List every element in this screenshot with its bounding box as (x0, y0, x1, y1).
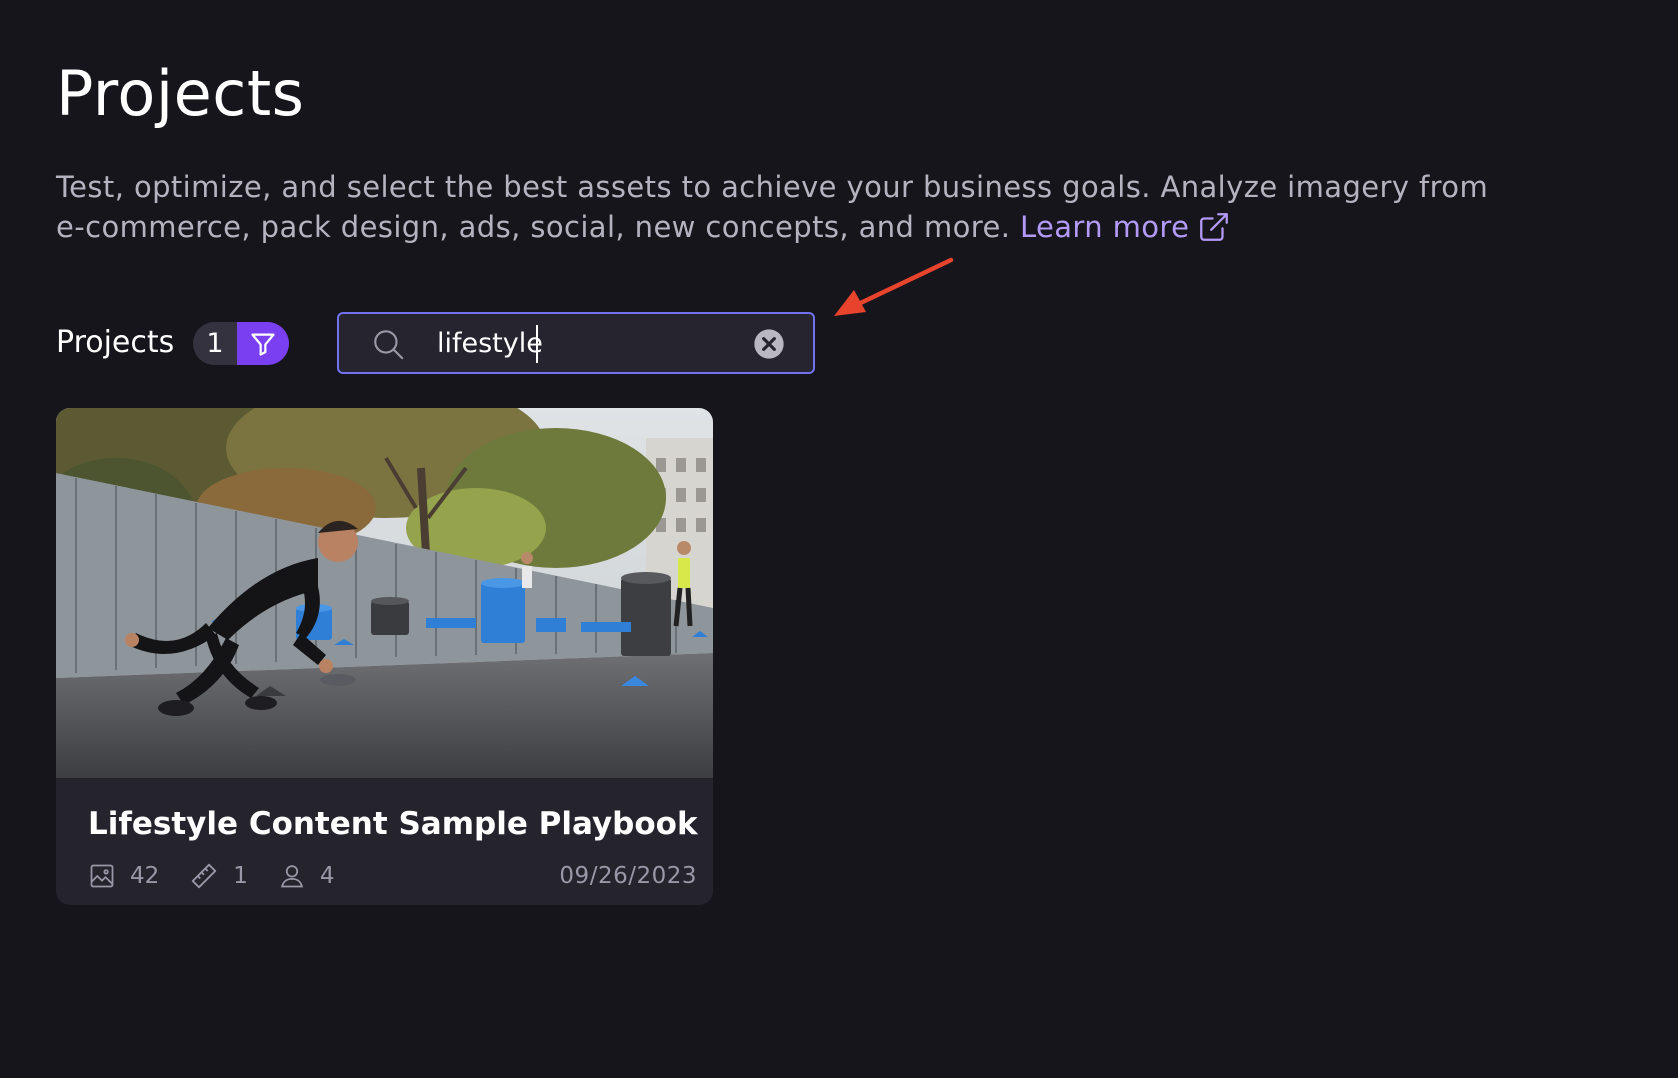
image-icon (90, 864, 114, 888)
user-icon (280, 865, 303, 888)
project-card[interactable]: Lifestyle Content Sample Playbook 42 1 4… (56, 408, 713, 905)
project-thumbnail (56, 408, 713, 778)
project-meta: 42 1 4 09/26/2023 (88, 860, 697, 892)
project-count-badge: 1 (193, 322, 289, 365)
member-count-value: 4 (319, 863, 335, 889)
metric-count-value: 1 (233, 863, 248, 889)
filter-icon (251, 333, 275, 356)
member-count: 4 (278, 862, 335, 890)
learn-more-link[interactable]: Learn more (1020, 210, 1231, 244)
close-circle-icon[interactable] (753, 328, 785, 360)
filter-button[interactable] (237, 322, 289, 365)
page-description: Test, optimize, and select the best asse… (56, 167, 1516, 247)
search-input[interactable] (437, 322, 727, 364)
learn-more-label: Learn more (1019, 210, 1190, 244)
projects-page: Projects Test, optimize, and select the … (0, 0, 1678, 1078)
image-count: 42 (88, 862, 159, 890)
image-count-value: 42 (130, 863, 160, 889)
description-text: Test, optimize, and select the best asse… (56, 170, 1489, 244)
arrow-icon (834, 257, 954, 316)
metric-count: 1 (189, 861, 248, 891)
search-box (337, 312, 815, 374)
text-cursor (536, 325, 538, 363)
ruler-icon (192, 863, 217, 889)
project-title: Lifestyle Content Sample Playbook (88, 806, 698, 842)
external-link-icon (1200, 213, 1229, 241)
search-icon (374, 330, 404, 360)
project-count: 1 (206, 328, 224, 359)
page-title: Projects (56, 57, 305, 130)
project-date: 09/26/2023 (559, 863, 697, 889)
projects-section-label: Projects (56, 325, 175, 360)
